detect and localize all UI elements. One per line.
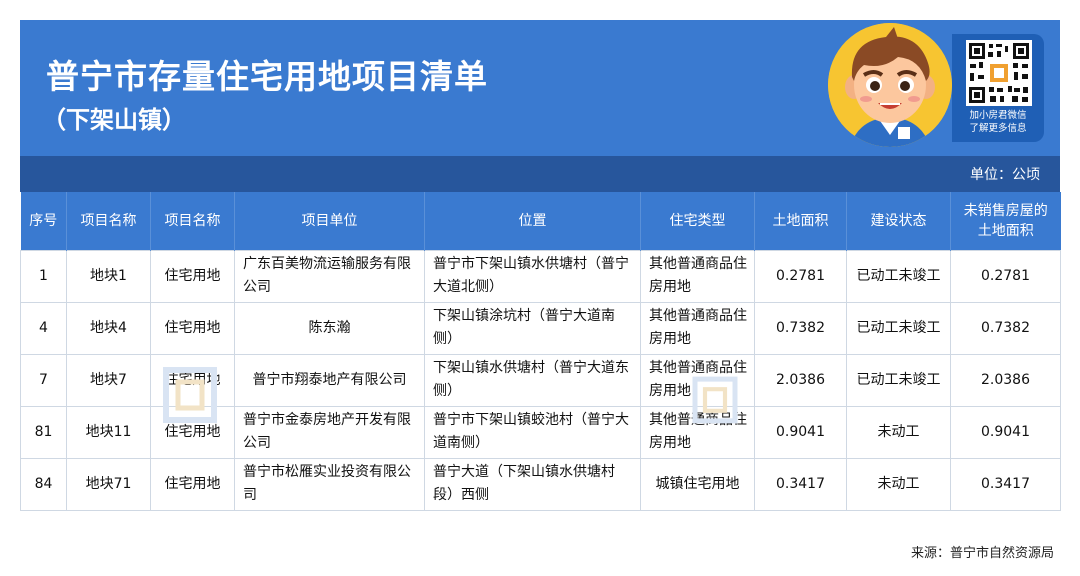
cell-location: 下架山镇涂坑村（普宁大道南侧）	[425, 302, 641, 354]
cell-status: 已动工未竣工	[847, 250, 951, 302]
cell-use: 住宅用地	[151, 354, 235, 406]
cell-area: 0.2781	[755, 250, 847, 302]
cell-name: 地块11	[67, 406, 151, 458]
cell-unsold: 0.2781	[951, 250, 1061, 302]
unit-bar: 单位：公顷	[20, 156, 1060, 192]
cell-location: 普宁大道（下架山镇水供塘村段）西侧	[425, 458, 641, 510]
cell-unit: 普宁市金泰房地产开发有限公司	[235, 406, 425, 458]
cell-unsold: 0.3417	[951, 458, 1061, 510]
column-header: 项目名称	[151, 192, 235, 250]
cell-unit: 普宁市翔泰地产有限公司	[235, 354, 425, 406]
column-header: 住宅类型	[641, 192, 755, 250]
cell-unit: 陈东瀚	[235, 302, 425, 354]
cell-unit: 普宁市松雁实业投资有限公司	[235, 458, 425, 510]
cell-unit: 广东百美物流运输服务有限公司	[235, 250, 425, 302]
cell-type: 其他普通商品住房用地	[641, 302, 755, 354]
unit-label: 单位：公顷	[970, 164, 1040, 184]
cell-type: 其他普通商品住房用地	[641, 250, 755, 302]
cell-name: 地块4	[67, 302, 151, 354]
table-row: 81 地块11 住宅用地 普宁市金泰房地产开发有限公司 普宁市下架山镇蛟池村（普…	[21, 406, 1061, 458]
table-row: 1 地块1 住宅用地 广东百美物流运输服务有限公司 普宁市下架山镇水供塘村（普宁…	[21, 250, 1061, 302]
column-header: 序号	[21, 192, 67, 250]
cell-type: 城镇住宅用地	[641, 458, 755, 510]
qr-caption-line2: 了解更多信息	[952, 122, 1044, 135]
cell-no: 4	[21, 302, 67, 354]
cell-use: 住宅用地	[151, 302, 235, 354]
column-header: 土地面积	[755, 192, 847, 250]
cell-name: 地块1	[67, 250, 151, 302]
cell-unsold: 0.9041	[951, 406, 1061, 458]
cell-status: 已动工未竣工	[847, 302, 951, 354]
column-header: 建设状态	[847, 192, 951, 250]
column-header: 位置	[425, 192, 641, 250]
cell-type: 其他普通商品住房用地	[641, 406, 755, 458]
cell-area: 0.7382	[755, 302, 847, 354]
cell-name: 地块7	[67, 354, 151, 406]
cell-area: 2.0386	[755, 354, 847, 406]
table-header-row: 序号 项目名称 项目名称 项目单位 位置 住宅类型 土地面积 建设状态 未销售房…	[21, 192, 1061, 250]
table-row: 84 地块71 住宅用地 普宁市松雁实业投资有限公司 普宁大道（下架山镇水供塘村…	[21, 458, 1061, 510]
cell-name: 地块71	[67, 458, 151, 510]
column-header: 项目名称	[67, 192, 151, 250]
cell-status: 未动工	[847, 458, 951, 510]
cartoon-avatar-icon	[828, 23, 952, 147]
cell-area: 0.3417	[755, 458, 847, 510]
source-note: 来源：普宁市自然资源局	[911, 542, 1054, 561]
qr-code-panel: 加小房君微信 了解更多信息	[952, 34, 1044, 142]
column-header: 未销售房屋的土地面积	[951, 192, 1061, 250]
cell-area: 0.9041	[755, 406, 847, 458]
cell-type: 其他普通商品住房用地	[641, 354, 755, 406]
cell-status: 未动工	[847, 406, 951, 458]
page-subtitle: （下架山镇）	[42, 100, 186, 135]
table-row: 7 地块7 住宅用地 普宁市翔泰地产有限公司 下架山镇水供塘村（普宁大道东侧） …	[21, 354, 1061, 406]
cell-use: 住宅用地	[151, 250, 235, 302]
cell-no: 7	[21, 354, 67, 406]
land-project-table: 序号 项目名称 项目名称 项目单位 位置 住宅类型 土地面积 建设状态 未销售房…	[20, 192, 1061, 511]
page-title: 普宁市存量住宅用地项目清单	[46, 50, 488, 98]
cell-no: 84	[21, 458, 67, 510]
table-row: 4 地块4 住宅用地 陈东瀚 下架山镇涂坑村（普宁大道南侧） 其他普通商品住房用…	[21, 302, 1061, 354]
cell-no: 1	[21, 250, 67, 302]
cell-status: 已动工未竣工	[847, 354, 951, 406]
cell-no: 81	[21, 406, 67, 458]
cell-location: 下架山镇水供塘村（普宁大道东侧）	[425, 354, 641, 406]
cell-location: 普宁市下架山镇蛟池村（普宁大道南侧）	[425, 406, 641, 458]
column-header: 项目单位	[235, 192, 425, 250]
qr-caption-line1: 加小房君微信	[952, 109, 1044, 122]
cell-unsold: 2.0386	[951, 354, 1061, 406]
qr-caption: 加小房君微信 了解更多信息	[952, 109, 1044, 135]
cell-use: 住宅用地	[151, 406, 235, 458]
cell-use: 住宅用地	[151, 458, 235, 510]
qr-code-icon[interactable]	[966, 40, 1032, 106]
cell-location: 普宁市下架山镇水供塘村（普宁大道北侧）	[425, 250, 641, 302]
cell-unsold: 0.7382	[951, 302, 1061, 354]
header-banner: 普宁市存量住宅用地项目清单 （下架山镇）	[20, 20, 1060, 156]
